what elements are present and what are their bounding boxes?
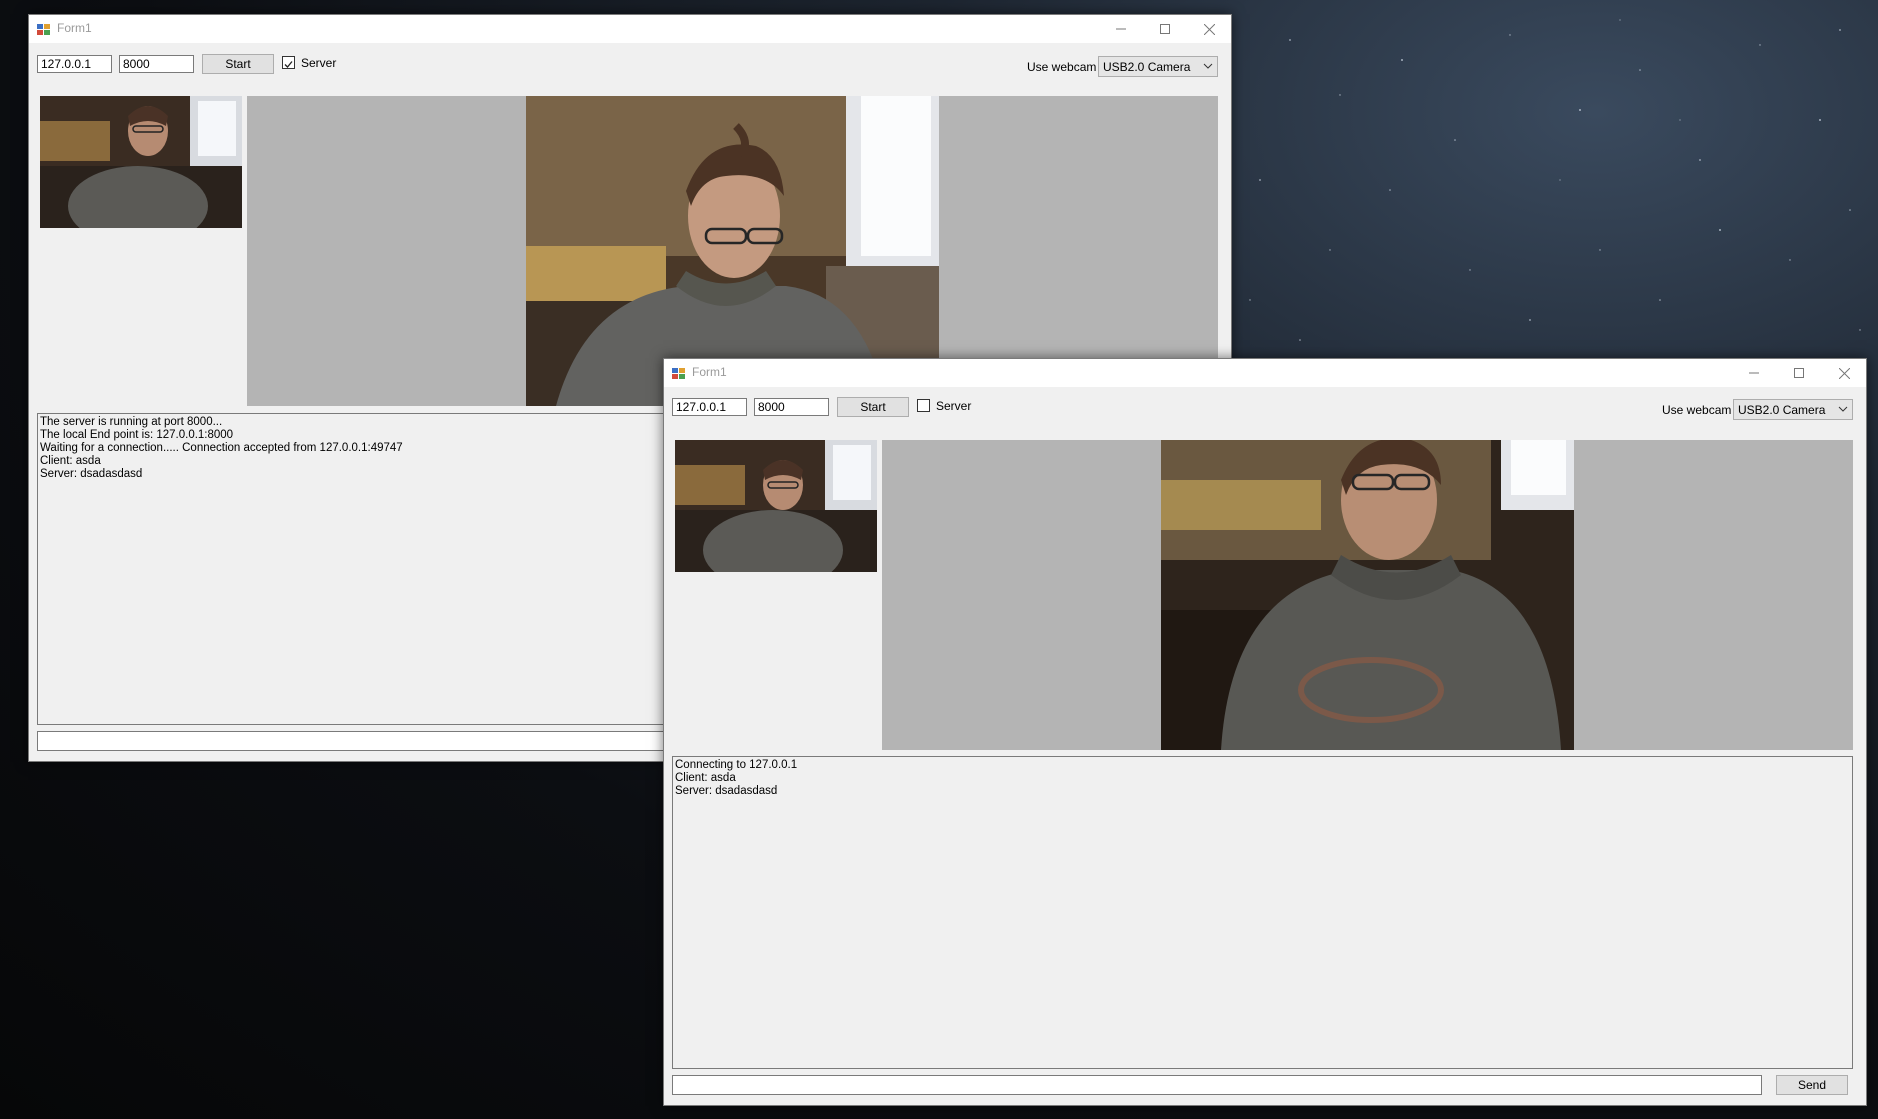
log-line: Server: dsadasdasd bbox=[675, 785, 778, 797]
maximize-button[interactable] bbox=[1143, 15, 1187, 43]
chevron-down-icon bbox=[1838, 406, 1848, 412]
title-bar[interactable]: Form1 bbox=[664, 359, 1866, 387]
server-checkbox[interactable] bbox=[917, 399, 930, 412]
use-webcam-label: Use webcam bbox=[1027, 60, 1097, 74]
server-checkbox-label: Server bbox=[301, 56, 337, 70]
ip-address-input[interactable] bbox=[37, 55, 112, 73]
webcam-select-value: USB2.0 Camera bbox=[1738, 403, 1826, 417]
checkmark-icon bbox=[284, 61, 293, 68]
minimize-button[interactable] bbox=[1732, 359, 1776, 387]
webcam-select[interactable]: USB2.0 Camera bbox=[1098, 56, 1218, 77]
start-button[interactable]: Start bbox=[837, 397, 909, 417]
webcam-frame-image bbox=[675, 440, 877, 572]
use-webcam-label: Use webcam bbox=[1662, 403, 1732, 417]
form-app-icon bbox=[672, 368, 685, 379]
port-input[interactable] bbox=[754, 398, 829, 416]
maximize-icon bbox=[1794, 368, 1804, 378]
client-window: Form1 Start Server Use webcam USB2.0 Cam… bbox=[663, 358, 1867, 1106]
title-bar[interactable]: Form1 bbox=[29, 15, 1231, 43]
window-title: Form1 bbox=[692, 365, 727, 379]
port-input[interactable] bbox=[119, 55, 194, 73]
minimize-button[interactable] bbox=[1099, 15, 1143, 43]
form-app-icon bbox=[37, 24, 50, 35]
server-checkbox-label: Server bbox=[936, 399, 972, 413]
close-button[interactable] bbox=[1822, 359, 1866, 387]
minimize-icon bbox=[1116, 28, 1126, 30]
local-webcam-preview bbox=[675, 440, 877, 572]
chat-log[interactable]: Connecting to 127.0.0.1 Client: asda Ser… bbox=[672, 756, 1853, 1069]
server-checkbox[interactable] bbox=[282, 56, 295, 69]
webcam-select[interactable]: USB2.0 Camera bbox=[1733, 399, 1853, 420]
remote-video-frame bbox=[1161, 440, 1574, 750]
local-webcam-preview bbox=[40, 96, 242, 228]
window-title: Form1 bbox=[57, 21, 92, 35]
webcam-select-value: USB2.0 Camera bbox=[1103, 60, 1191, 74]
maximize-icon bbox=[1160, 24, 1170, 34]
close-icon bbox=[1838, 367, 1850, 379]
maximize-button[interactable] bbox=[1777, 359, 1821, 387]
remote-video-view bbox=[882, 440, 1853, 750]
log-line: Client: asda bbox=[675, 772, 736, 784]
webcam-frame-image bbox=[40, 96, 242, 228]
close-button[interactable] bbox=[1187, 15, 1231, 43]
chevron-down-icon bbox=[1203, 63, 1213, 69]
send-button[interactable]: Send bbox=[1776, 1075, 1848, 1095]
close-icon bbox=[1203, 23, 1215, 35]
ip-address-input[interactable] bbox=[672, 398, 747, 416]
log-line: Connecting to 127.0.0.1 bbox=[675, 759, 798, 771]
minimize-icon bbox=[1749, 372, 1759, 374]
message-input[interactable] bbox=[672, 1075, 1762, 1095]
start-button[interactable]: Start bbox=[202, 54, 274, 74]
